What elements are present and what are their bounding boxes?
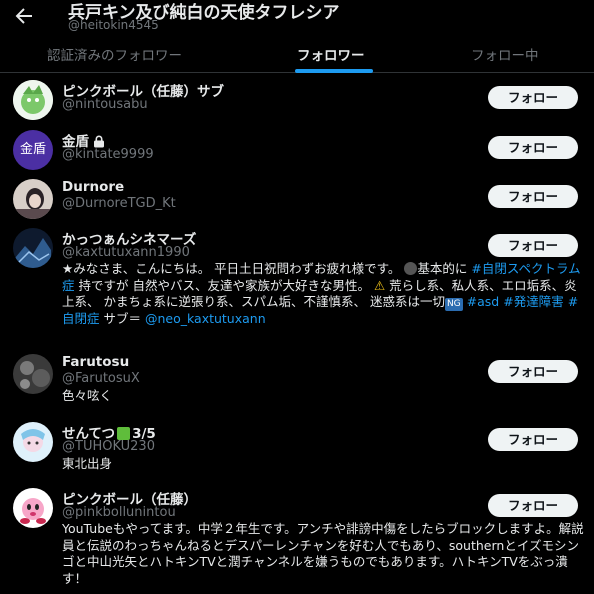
follow-button[interactable]: フォロー [488,494,578,517]
tab-following[interactable]: フォロー中 [471,44,539,64]
avatar[interactable] [13,80,53,120]
active-tab-indicator [295,69,373,73]
follow-button[interactable]: フォロー [488,136,578,159]
page-handle: @heitokin4545 [68,18,159,32]
avatar[interactable] [13,228,53,268]
user-name[interactable]: Farutosu [62,354,129,370]
follow-button[interactable]: フォロー [488,360,578,383]
user-handle[interactable]: @kaxtutuxann1990 [62,245,190,260]
user-handle[interactable]: @FarutosuX [62,371,140,386]
mention-link[interactable]: @neo_kaxtutuxann [145,311,266,326]
user-bio: 東北出身 [62,456,113,471]
user-name[interactable]: Durnore [62,179,124,195]
tab-bar: 認証済みのフォロワー フォロワー フォロー中 [0,38,594,73]
warning-icon: ⚠ [373,277,386,293]
follow-button[interactable]: フォロー [488,86,578,109]
ng-badge: NG [444,298,463,311]
tab-followers[interactable]: フォロワー [297,44,365,64]
avatar[interactable] [13,179,53,219]
user-handle[interactable]: @nintousabu [62,97,148,112]
user-handle[interactable]: @kintate9999 [62,147,154,162]
tab-verified-followers[interactable]: 認証済みのフォロワー [47,44,182,64]
avatar[interactable] [13,488,53,528]
avatar[interactable] [13,422,53,462]
back-arrow-icon[interactable] [12,4,36,28]
avatar[interactable]: 金盾 [13,130,53,170]
hashtag-link[interactable]: #asd [467,294,500,309]
hashtag-link[interactable]: #発達障害 [503,294,563,309]
user-bio: 色々呟く [62,388,113,403]
user-bio: YouTubeもやってます。中学２年生です。アンチや誹謗中傷をしたらブロックしま… [62,521,584,586]
emoji-icon [404,262,418,275]
user-handle[interactable]: @pinkbollunintou [62,505,176,520]
user-handle[interactable]: @DurnoreTGD_Kt [62,196,176,211]
user-bio: ★みなさま、こんにちは。 平日土日祝問わずお疲れ様です。 基本的に #自閉スペク… [62,261,581,326]
avatar[interactable] [13,354,53,394]
user-handle[interactable]: @TUHOKU230 [62,439,155,454]
follow-button[interactable]: フォロー [488,185,578,208]
header: 兵戸キン及び純白の天使タフレシア @heitokin4545 [0,0,594,38]
follow-button[interactable]: フォロー [488,428,578,451]
follow-button[interactable]: フォロー [488,234,578,257]
